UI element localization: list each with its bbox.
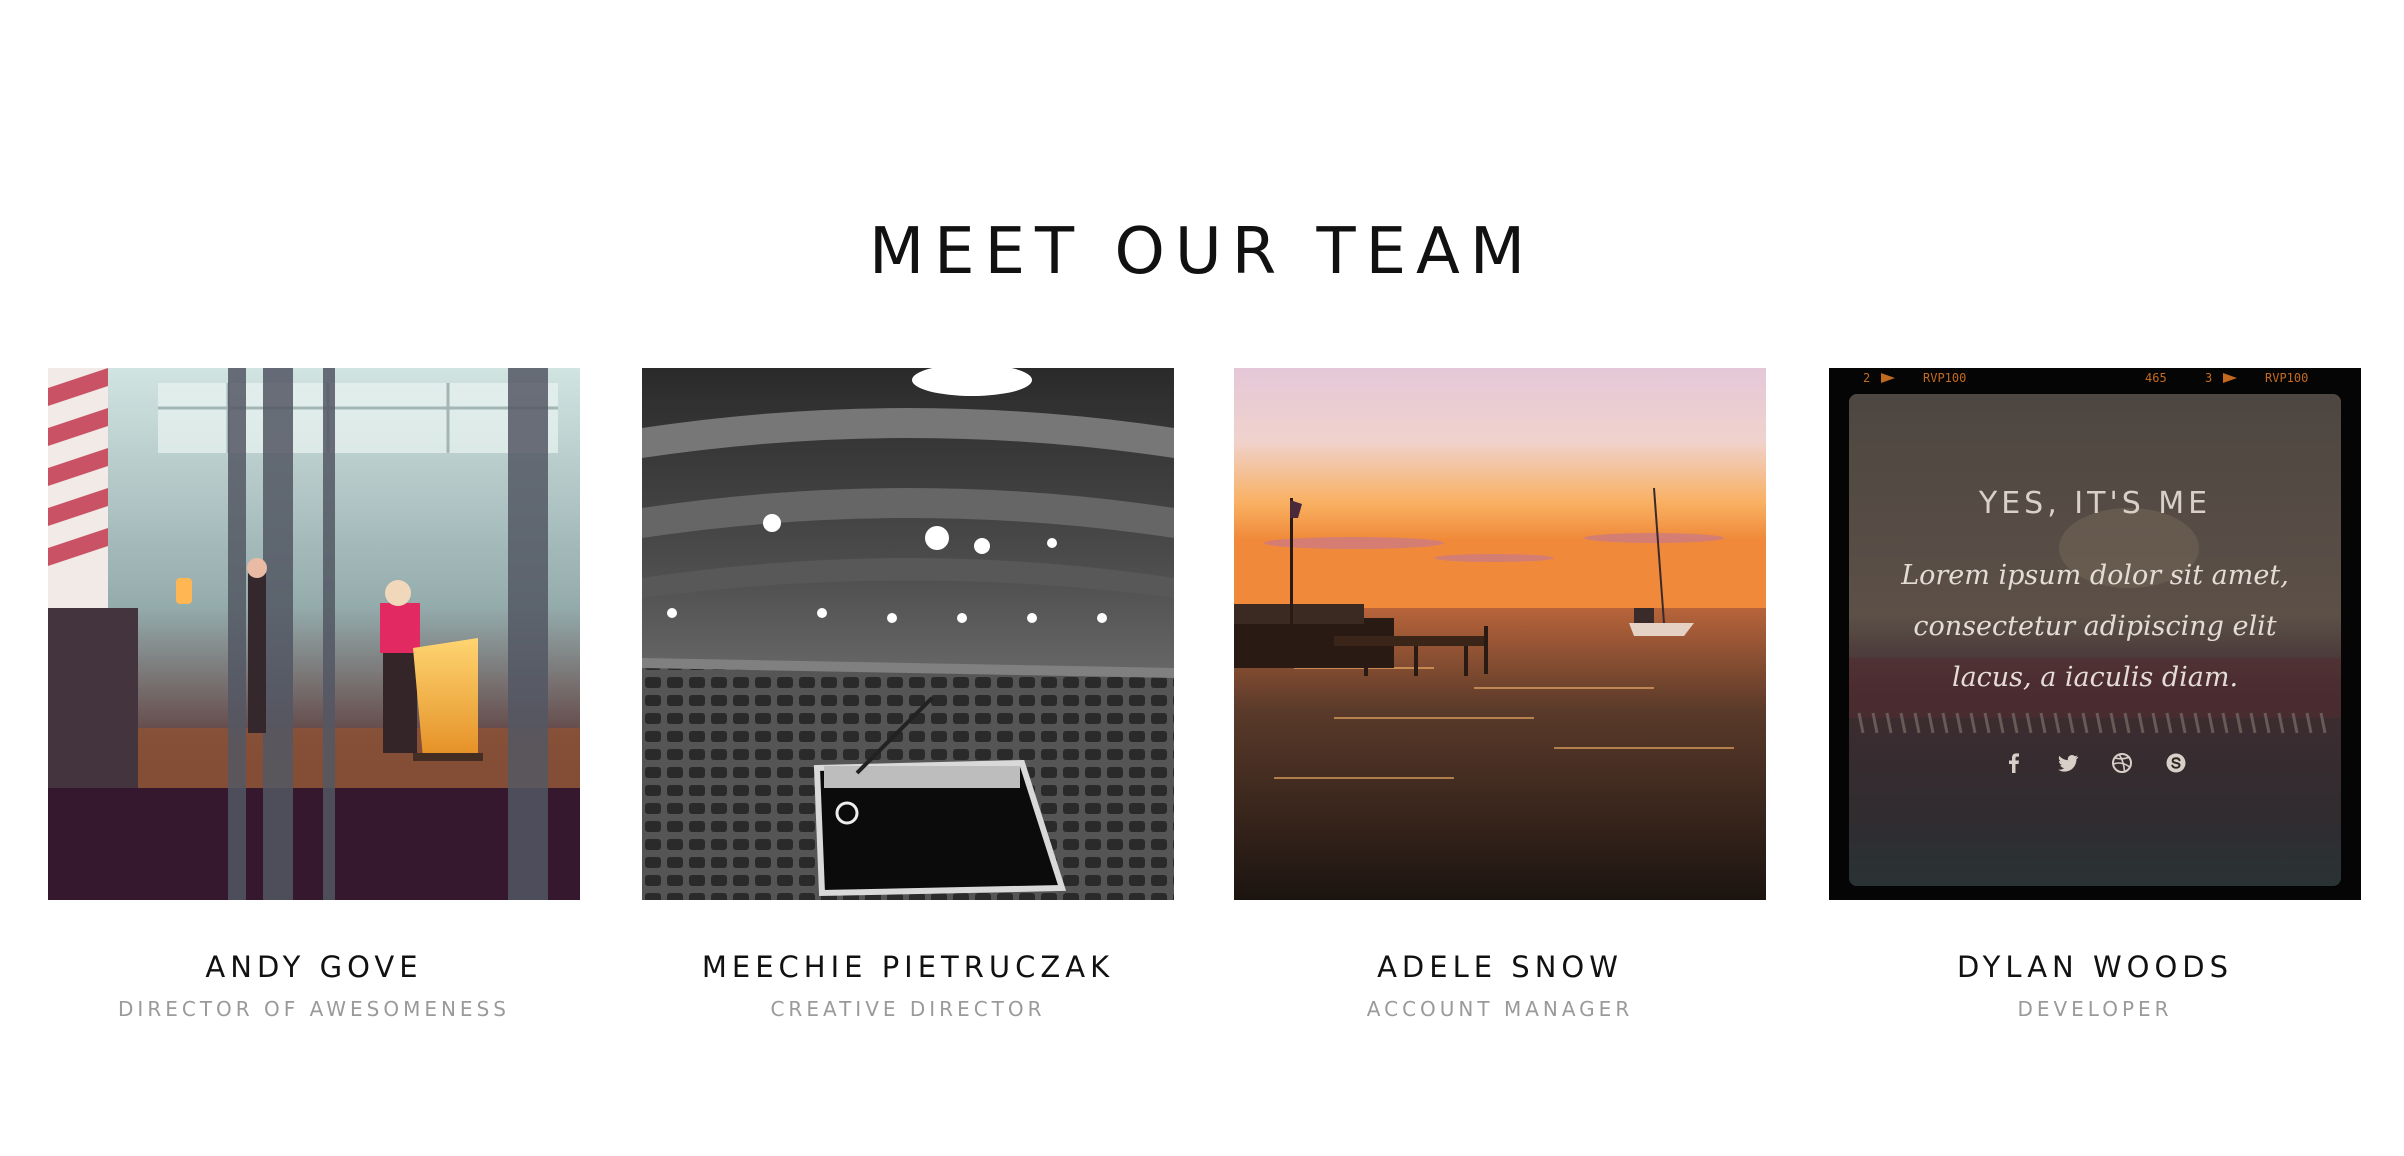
film-label: 3: [2205, 371, 2212, 385]
member-hover-overlay: YES, IT'S ME Lorem ipsum dolor sit amet,…: [1849, 394, 2341, 886]
facebook-icon[interactable]: [2002, 751, 2026, 775]
team-member-card[interactable]: ADELE SNOW ACCOUNT MANAGER: [1234, 368, 1766, 1022]
overlay-bio: Lorem ipsum dolor sit amet, consectetur …: [1901, 560, 2289, 693]
overlay-title: YES, IT'S ME: [1978, 486, 2212, 521]
team-member-card[interactable]: MEECHIE PIETRUCZAK CREATIVE DIRECTOR: [642, 368, 1174, 1022]
team-member-card[interactable]: ANDY GOVE DIRECTOR OF AWESOMENESS: [48, 368, 580, 1022]
team-member-card[interactable]: 2 RVP100 465 3 RVP100 YES, IT'S ME Lorem…: [1829, 368, 2361, 1022]
team-member-role: DIRECTOR OF AWESOMENESS: [118, 997, 510, 1021]
team-member-photo[interactable]: [48, 368, 580, 900]
film-label: RVP100: [1923, 371, 1966, 385]
speaker-at-podium-photo: [48, 368, 580, 900]
team-member-name: MEECHIE PIETRUCZAK: [701, 950, 1115, 984]
film-label: RVP100: [2265, 371, 2308, 385]
team-member-photo[interactable]: [642, 368, 1174, 900]
team-member-role: DEVELOPER: [2017, 997, 2173, 1021]
team-member-role: CREATIVE DIRECTOR: [770, 997, 1046, 1021]
team-member-role: ACCOUNT MANAGER: [1366, 997, 1634, 1021]
team-member-name: ADELE SNOW: [1377, 950, 1623, 984]
team-member-name: ANDY GOVE: [205, 950, 423, 984]
skype-icon[interactable]: [2164, 751, 2188, 775]
film-label: 2: [1863, 371, 1870, 385]
team-member-name: DYLAN WOODS: [1956, 950, 2234, 984]
dribbble-icon[interactable]: [2110, 751, 2134, 775]
twitter-icon[interactable]: [2056, 751, 2080, 775]
empty-theater-photo: [642, 368, 1174, 900]
film-label: 465: [2145, 371, 2167, 385]
section-title: MEET OUR TEAM: [868, 215, 1536, 289]
team-member-photo[interactable]: 2 RVP100 465 3 RVP100 YES, IT'S ME Lorem…: [1829, 368, 2361, 900]
sunset-lake-photo: [1234, 368, 1766, 900]
team-member-photo[interactable]: [1234, 368, 1766, 900]
social-links: [1849, 751, 2341, 775]
